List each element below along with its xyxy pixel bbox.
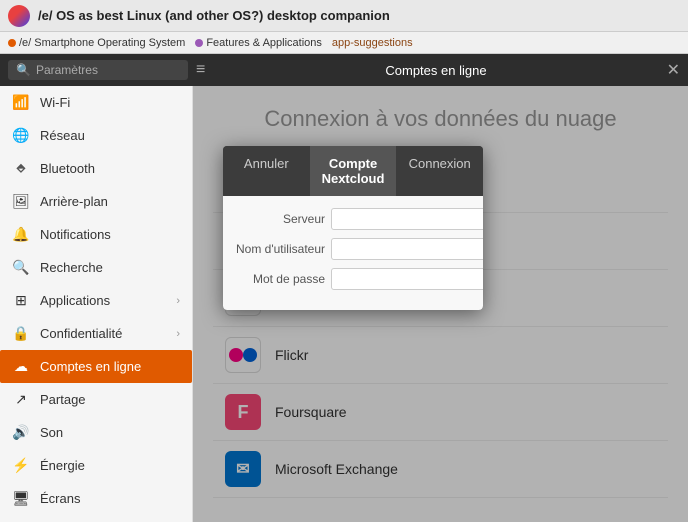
sidebar-item-label-recherche: Recherche [40,260,103,275]
server-label: Serveur [235,212,325,226]
wifi-icon: 📶 [12,94,30,111]
sidebar-item-label-reseau: Réseau [40,128,85,143]
share-icon: ↗ [12,391,30,408]
username-input[interactable] [331,238,483,260]
close-button[interactable]: ✕ [667,60,680,80]
tab-item-2[interactable]: Features & Applications [195,37,322,49]
tab-dot-2 [195,39,203,47]
sidebar-item-label-notifications: Notifications [40,227,111,242]
cloud-icon: ☁ [12,358,30,375]
browser-logo [8,5,30,27]
modal-field-password: Mot de passe [235,268,471,290]
tab-label-2: Features & Applications [206,37,322,49]
sidebar-item-wifi[interactable]: 📶 Wi-Fi [0,86,192,119]
sidebar-item-label-applications: Applications [40,293,110,308]
sidebar-item-label-confidentialite: Confidentialité [40,326,122,341]
titlebar-search-box[interactable]: 🔍 Paramètres [8,60,188,80]
server-input[interactable] [331,208,483,230]
tab-item-1[interactable]: /e/ Smartphone Operating System [8,37,185,49]
applications-icon: ⊞ [12,292,30,309]
modal-tab-nextcloud[interactable]: Compte Nextcloud [310,146,397,196]
sidebar-item-applications[interactable]: ⊞ Applications › [0,284,192,317]
search-icon-sidebar: 🔍 [12,259,30,276]
sidebar-item-label-wifi: Wi-Fi [40,95,70,110]
sidebar-item-label-partage: Partage [40,392,86,407]
window-titlebar: 🔍 Paramètres ≡ Comptes en ligne ✕ [0,54,688,86]
hamburger-icon[interactable]: ≡ [196,61,205,79]
sidebar-item-label-arriere-plan: Arrière-plan [40,194,108,209]
sidebar-item-confidentialite[interactable]: 🔒 Confidentialité › [0,317,192,350]
sidebar-item-label-comptes: Comptes en ligne [40,359,141,374]
search-icon: 🔍 [16,63,31,77]
sidebar-item-reseau[interactable]: 🌐 Réseau [0,119,192,152]
sidebar-item-label-bluetooth: Bluetooth [40,161,95,176]
display-icon: 🖥 [12,490,30,507]
sidebar-item-arriere-plan[interactable]: 🖼 Arrière-plan [0,185,192,218]
password-input[interactable] [331,268,483,290]
modal-tabs: Annuler Compte Nextcloud Connexion [223,146,483,196]
sidebar: 📶 Wi-Fi 🌐 Réseau ⬘ Bluetooth 🖼 Arrière-p… [0,86,193,522]
sidebar-item-souris[interactable]: 🖱 Souris et pavé tactile [0,515,192,522]
sidebar-item-bluetooth[interactable]: ⬘ Bluetooth [0,152,192,185]
sidebar-item-recherche[interactable]: 🔍 Recherche [0,251,192,284]
browser-tab-bar: /e/ Smartphone Operating System Features… [0,32,688,54]
modal-field-server: Serveur [235,208,471,230]
notifications-icon: 🔔 [12,226,30,243]
app-window: 🔍 Paramètres ≡ Comptes en ligne ✕ 📶 Wi-F… [0,54,688,522]
password-label: Mot de passe [235,272,325,286]
tab-link-app-suggestions[interactable]: app-suggestions [332,37,413,49]
sidebar-item-label-ecrans: Écrans [40,491,80,506]
modal-overlay: Annuler Compte Nextcloud Connexion Serve… [193,86,688,522]
username-label: Nom d'utilisateur [235,242,325,256]
sidebar-item-comptes-en-ligne[interactable]: ☁ Comptes en ligne [0,350,192,383]
sidebar-item-son[interactable]: 🔊 Son [0,416,192,449]
bluetooth-icon: ⬘ [12,160,30,177]
browser-bar: /e/ OS as best Linux (and other OS?) des… [0,0,688,32]
modal-tab-connexion[interactable]: Connexion [396,146,483,196]
network-icon: 🌐 [12,127,30,144]
power-icon: ⚡ [12,457,30,474]
sound-icon: 🔊 [12,424,30,441]
wallpaper-icon: 🖼 [12,193,30,210]
chevron-applications-icon: › [176,295,180,307]
main-content: Connexion à vos données du nuage Nextclo… [193,86,688,522]
privacy-icon: 🔒 [12,325,30,342]
titlebar-center-label: Comptes en ligne [205,63,666,78]
sidebar-item-partage[interactable]: ↗ Partage [0,383,192,416]
sidebar-item-label-energie: Énergie [40,458,85,473]
sidebar-item-label-son: Son [40,425,63,440]
sidebar-item-ecrans[interactable]: 🖥 Écrans [0,482,192,515]
browser-title: /e/ OS as best Linux (and other OS?) des… [38,8,680,23]
content-area: 📶 Wi-Fi 🌐 Réseau ⬘ Bluetooth 🖼 Arrière-p… [0,86,688,522]
modal-dialog: Annuler Compte Nextcloud Connexion Serve… [223,146,483,310]
modal-tab-cancel[interactable]: Annuler [223,146,310,196]
tab-label-1: /e/ Smartphone Operating System [19,37,185,49]
sidebar-item-notifications[interactable]: 🔔 Notifications [0,218,192,251]
sidebar-item-energie[interactable]: ⚡ Énergie [0,449,192,482]
modal-body: Serveur Nom d'utilisateur Mot de passe [223,196,483,310]
tab-dot-1 [8,39,16,47]
modal-field-username: Nom d'utilisateur [235,238,471,260]
titlebar-label-left: Paramètres [36,63,98,77]
chevron-privacy-icon: › [176,328,180,340]
